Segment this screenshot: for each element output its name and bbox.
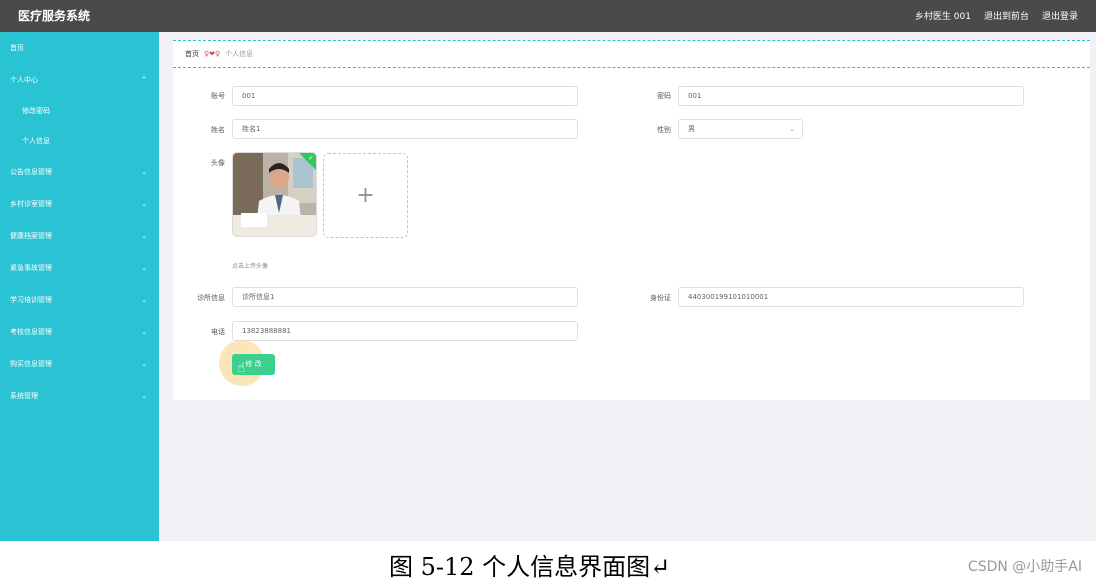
avatar-label: 头像 — [211, 159, 225, 167]
sidebar-item-home[interactable]: 首页 — [0, 32, 159, 64]
sidebar-item-personal-center[interactable]: 个人中心 ^ — [0, 64, 159, 96]
chevron-down-icon: ⌄ — [141, 328, 147, 336]
account-label: 账号 — [211, 92, 225, 100]
phone-label: 电话 — [211, 328, 225, 336]
breadcrumb-home[interactable]: 首页 — [185, 49, 199, 59]
avatar-image[interactable]: ✓ — [232, 152, 317, 237]
chevron-down-icon: ⌄ — [141, 296, 147, 304]
breadcrumb: 首页 ♀❤♀ 个人信息 — [185, 49, 253, 59]
phone-field[interactable]: 13823888881 — [232, 321, 578, 341]
sidebar-item-training[interactable]: 学习培训管理 ⌄ — [0, 284, 159, 316]
gender-select[interactable]: 男 ⌄ — [678, 119, 803, 139]
sidebar-item-notice[interactable]: 公告信息管理 ⌄ — [0, 156, 159, 188]
chevron-down-icon: ⌄ — [141, 392, 147, 400]
clinic-label: 诊所信息 — [197, 294, 225, 302]
chevron-down-icon: ⌄ — [141, 232, 147, 240]
password-label: 密码 — [657, 92, 671, 100]
name-label: 姓名 — [211, 126, 225, 134]
idcard-label: 身份证 — [650, 294, 671, 302]
chevron-up-icon: ^ — [141, 76, 147, 84]
top-bar: 医疗服务系统 乡村医生 001 退出到前台 退出登录 — [0, 0, 1096, 32]
watermark: CSDN @小助手AI — [967, 559, 1082, 575]
sidebar-item-assessment[interactable]: 考核信息管理 ⌄ — [0, 316, 159, 348]
account-field[interactable]: 001 — [232, 86, 578, 106]
back-to-front-link[interactable]: 退出到前台 — [984, 9, 1029, 22]
avatar-hint: 点击上传头像 — [232, 263, 269, 270]
breadcrumb-current: 个人信息 — [225, 50, 254, 58]
sidebar-item-purchase[interactable]: 购买信息管理 ⌄ — [0, 348, 159, 380]
gender-label: 性别 — [657, 126, 671, 134]
sidebar-item-system[interactable]: 系统管理 ⌄ — [0, 380, 159, 412]
clinic-field[interactable]: 诊所信息1 — [232, 287, 578, 307]
chevron-down-icon: ⌄ — [789, 125, 795, 133]
header-links: 乡村医生 001 退出到前台 退出登录 — [915, 9, 1078, 22]
sidebar-item-clinic[interactable]: 乡村诊室管理 ⌄ — [0, 188, 159, 220]
app-title: 医疗服务系统 — [18, 9, 91, 23]
sidebar-item-change-password[interactable]: 修改密码 — [0, 96, 159, 126]
chevron-down-icon: ⌄ — [141, 264, 147, 272]
current-user: 乡村医生 001 — [914, 12, 971, 22]
main-content: 首页 ♀❤♀ 个人信息 账号 001 密码 001 姓名 姓名1 性别 男 ⌄ 头… — [173, 40, 1090, 400]
sidebar-item-emergency[interactable]: 紧急事故管理 ⌄ — [0, 252, 159, 284]
name-field[interactable]: 姓名1 — [232, 119, 578, 139]
hand-cursor-icon: ☝ — [237, 360, 246, 376]
check-icon: ✓ — [308, 154, 314, 162]
figure-caption: 图 5-12 个人信息界面图↵ — [389, 553, 671, 581]
breadcrumb-separator-icon: ♀❤♀ — [204, 50, 221, 58]
password-field[interactable]: 001 — [678, 86, 1024, 106]
chevron-down-icon: ⌄ — [141, 168, 147, 176]
sidebar-item-personal-info[interactable]: 个人信息 — [0, 126, 159, 156]
sidebar-item-health-records[interactable]: 健康档案管理 ⌄ — [0, 220, 159, 252]
logout-link[interactable]: 退出登录 — [1042, 9, 1078, 22]
idcard-field[interactable]: 440300199101010001 — [678, 287, 1024, 307]
chevron-down-icon: ⌄ — [141, 360, 147, 368]
sidebar: 首页 个人中心 ^ 修改密码 个人信息 公告信息管理 ⌄ 乡村诊室管理 ⌄ 健康档案管… — [0, 32, 159, 541]
avatar-upload-box[interactable]: + — [323, 153, 408, 238]
app-window: 医疗服务系统 乡村医生 001 退出到前台 退出登录 首页 个人中心 ^ 修改密码… — [0, 0, 1096, 541]
plus-icon: + — [356, 183, 375, 208]
chevron-down-icon: ⌄ — [141, 200, 147, 208]
breadcrumb-bar: 首页 ♀❤♀ 个人信息 — [173, 40, 1090, 68]
doctor-photo — [233, 153, 316, 236]
figure-caption-area: 图 5-12 个人信息界面图↵ CSDN @小助手AI — [0, 543, 1096, 584]
